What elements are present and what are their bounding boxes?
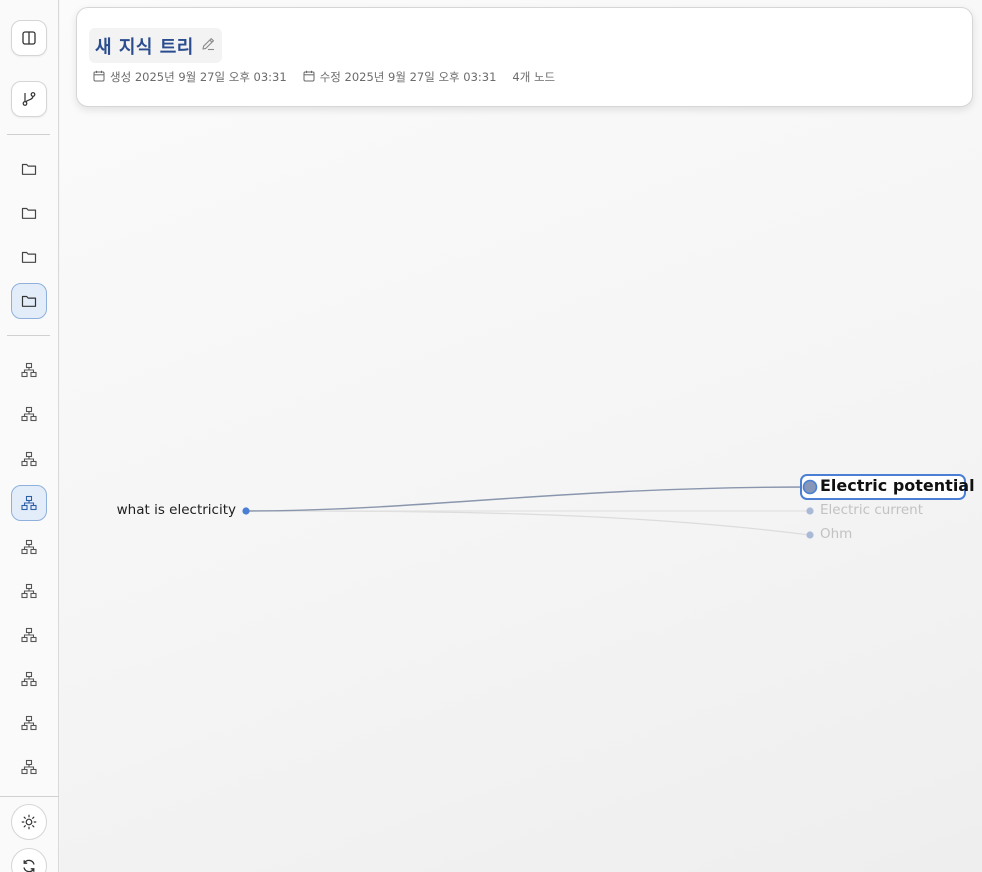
child-node-dot: [806, 531, 814, 539]
tree-link-selected: [245, 486, 811, 512]
node-count: 4개 노드: [512, 70, 556, 84]
selected-node-dot: [802, 479, 818, 495]
page-title[interactable]: 새 지식 트리: [95, 33, 194, 59]
child-node-label[interactable]: Ohm: [820, 525, 852, 543]
modified-date: 수정 2025년 9월 27일 오후 03:31: [303, 69, 497, 85]
calendar-icon: [303, 70, 315, 85]
created-date: 생성 2025년 9월 27일 오후 03:31: [93, 69, 287, 85]
tree-link: [245, 510, 811, 536]
modified-date-text: 수정 2025년 9월 27일 오후 03:31: [319, 70, 497, 84]
metadata-row: 생성 2025년 9월 27일 오후 03:31 수정 2025년 9월 27일…: [93, 69, 571, 85]
root-node-dot: [242, 507, 250, 515]
child-node-label[interactable]: Electric current: [820, 501, 923, 519]
calendar-icon: [93, 70, 105, 85]
created-date-text: 생성 2025년 9월 27일 오후 03:31: [110, 70, 287, 84]
root-node-label[interactable]: what is electricity: [117, 501, 236, 519]
title-editor[interactable]: 새 지식 트리: [89, 28, 222, 63]
tree-info-card: 새 지식 트리 생성 2025년 9월 27일 오후 03:31 수정 2025…: [76, 7, 973, 107]
selected-node-label[interactable]: Electric potential: [820, 476, 975, 496]
app-window: what is electricity Electric potential E…: [0, 0, 982, 872]
tree-graph: [242, 486, 814, 539]
child-node-dot: [806, 507, 814, 515]
edit-pencil-icon[interactable]: [200, 36, 216, 56]
